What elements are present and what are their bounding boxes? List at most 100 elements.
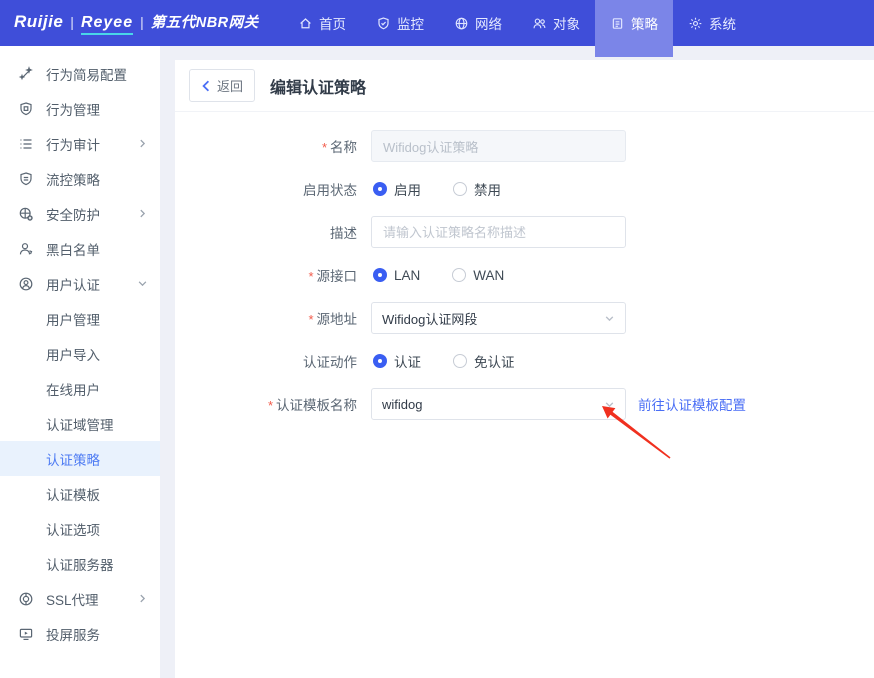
required-asterisk: * bbox=[268, 398, 273, 413]
form-row-name: *名称 bbox=[175, 130, 874, 162]
radio-label: 免认证 bbox=[474, 351, 515, 371]
required-asterisk: * bbox=[308, 312, 313, 327]
radio-disable[interactable]: 禁用 bbox=[453, 179, 501, 199]
source-interface-label: *源接口 bbox=[175, 265, 371, 285]
sidebar-item-behavior-audit[interactable]: 行为审计 bbox=[0, 126, 160, 161]
status-radio-group: 启用 禁用 bbox=[371, 179, 626, 199]
radio-selected-icon bbox=[373, 182, 387, 196]
screen-cast-icon bbox=[18, 626, 35, 642]
source-address-select[interactable]: Wifidog认证网段 bbox=[371, 302, 626, 334]
sidebar-item-behavior-mgmt[interactable]: 行为管理 bbox=[0, 91, 160, 126]
sidebar-item-label: 流控策略 bbox=[46, 169, 100, 189]
top-navbar: Ruijie | Reyee | 第五代NBR网关 首页 监控 网络 对象 策略… bbox=[0, 0, 874, 46]
brand-reyee: Reyee bbox=[81, 14, 133, 35]
radio-unselected-icon bbox=[453, 354, 467, 368]
sidebar-item-auth-policy[interactable]: 认证策略 bbox=[0, 441, 160, 476]
sidebar-item-blacklist[interactable]: 黑白名单 bbox=[0, 231, 160, 266]
back-button[interactable]: 返回 bbox=[189, 69, 255, 102]
radio-no-auth[interactable]: 免认证 bbox=[453, 351, 515, 371]
nav-tab-label: 策略 bbox=[631, 13, 658, 33]
radio-label: WAN bbox=[473, 268, 504, 283]
select-value: wifidog bbox=[382, 397, 422, 412]
config-tool-icon bbox=[18, 66, 35, 82]
sidebar-item-auth-template[interactable]: 认证模板 bbox=[0, 476, 160, 511]
shield-square-icon bbox=[18, 101, 35, 117]
auth-template-select[interactable]: wifidog bbox=[371, 388, 626, 420]
radio-label: LAN bbox=[394, 268, 420, 283]
sidebar-item-label: 行为审计 bbox=[46, 134, 100, 154]
nav-tab-network[interactable]: 网络 bbox=[439, 0, 517, 46]
brand-separator: | bbox=[70, 14, 74, 30]
sidebar-item-label: 行为管理 bbox=[46, 99, 100, 119]
sidebar-item-user-auth[interactable]: 用户认证 bbox=[0, 266, 160, 301]
sidebar-item-flow-control[interactable]: 流控策略 bbox=[0, 161, 160, 196]
nav-tab-system[interactable]: 系统 bbox=[673, 0, 751, 46]
form-row-auth-template: *认证模板名称 wifidog 前往认证模板配置 bbox=[175, 388, 874, 420]
auth-policy-form: *名称 启用状态 启用 禁用 描述 bbox=[175, 112, 874, 420]
sidebar-item-label: 用户导入 bbox=[46, 344, 100, 364]
network-globe-icon bbox=[454, 16, 469, 31]
sidebar-item-label: 黑白名单 bbox=[46, 239, 100, 259]
name-field[interactable] bbox=[371, 130, 626, 162]
chevron-right-icon bbox=[138, 209, 147, 218]
sidebar-item-auth-server[interactable]: 认证服务器 bbox=[0, 546, 160, 581]
radio-enable[interactable]: 启用 bbox=[373, 179, 421, 199]
sidebar-item-label: 用户管理 bbox=[46, 309, 100, 329]
radio-authenticate[interactable]: 认证 bbox=[373, 351, 421, 371]
sidebar-item-user-mgmt[interactable]: 用户管理 bbox=[0, 301, 160, 336]
description-field[interactable] bbox=[371, 216, 626, 248]
sidebar-item-label: 投屏服务 bbox=[46, 624, 100, 644]
sidebar-item-label: 行为简易配置 bbox=[46, 64, 127, 84]
sidebar-item-auth-options[interactable]: 认证选项 bbox=[0, 511, 160, 546]
audit-list-icon bbox=[18, 136, 35, 152]
goto-auth-template-link[interactable]: 前往认证模板配置 bbox=[638, 394, 746, 414]
name-label: *名称 bbox=[175, 136, 371, 156]
sidebar-item-screen-cast[interactable]: 投屏服务 bbox=[0, 616, 160, 651]
sidebar-item-label: 认证策略 bbox=[46, 449, 100, 469]
nav-tab-label: 对象 bbox=[553, 13, 580, 33]
policy-doc-icon bbox=[610, 16, 625, 31]
sidebar-item-label: 认证域管理 bbox=[46, 414, 114, 434]
sidebar-item-behavior-config[interactable]: 行为简易配置 bbox=[0, 56, 160, 91]
sidebar-item-online-users[interactable]: 在线用户 bbox=[0, 371, 160, 406]
brand-product-name: 第五代NBR网关 bbox=[151, 11, 259, 32]
radio-wan[interactable]: WAN bbox=[452, 268, 504, 283]
radio-label: 认证 bbox=[394, 351, 421, 371]
flow-shield-icon bbox=[18, 171, 35, 187]
required-asterisk: * bbox=[322, 140, 327, 155]
content-header: 返回 编辑认证策略 bbox=[175, 60, 874, 112]
sidebar-item-label: 在线用户 bbox=[46, 379, 100, 399]
chevron-right-icon bbox=[138, 594, 147, 603]
select-value: Wifidog认证网段 bbox=[382, 309, 477, 328]
source-address-label: *源地址 bbox=[175, 308, 371, 328]
nav-tab-monitor[interactable]: 监控 bbox=[361, 0, 439, 46]
brand-ruijie: Ruijie bbox=[14, 12, 63, 32]
radio-unselected-icon bbox=[453, 182, 467, 196]
nav-tab-policy[interactable]: 策略 bbox=[595, 0, 673, 57]
sidebar-item-user-import[interactable]: 用户导入 bbox=[0, 336, 160, 371]
chevron-down-icon bbox=[138, 279, 147, 288]
user-auth-icon bbox=[18, 276, 35, 292]
form-row-auth-action: 认证动作 认证 免认证 bbox=[175, 345, 874, 377]
back-button-label: 返回 bbox=[217, 76, 243, 95]
nav-tab-objects[interactable]: 对象 bbox=[517, 0, 595, 46]
nav-tab-label: 首页 bbox=[319, 13, 346, 33]
radio-selected-icon bbox=[373, 354, 387, 368]
auth-template-label: *认证模板名称 bbox=[175, 394, 371, 414]
nav-tab-home[interactable]: 首页 bbox=[283, 0, 361, 46]
radio-unselected-icon bbox=[452, 268, 466, 282]
source-interface-radio-group: LAN WAN bbox=[371, 268, 626, 283]
chevron-right-icon bbox=[138, 139, 147, 148]
brand-logo: Ruijie | Reyee | 第五代NBR网关 bbox=[14, 11, 259, 35]
sidebar-item-ssl-proxy[interactable]: SSL代理 bbox=[0, 581, 160, 616]
sidebar-item-label: 认证模板 bbox=[46, 484, 100, 504]
radio-selected-icon bbox=[373, 268, 387, 282]
system-gear-icon bbox=[688, 16, 703, 31]
radio-lan[interactable]: LAN bbox=[373, 268, 420, 283]
sidebar-item-label: 认证选项 bbox=[46, 519, 100, 539]
sidebar-item-auth-domain[interactable]: 认证域管理 bbox=[0, 406, 160, 441]
main-nav: 首页 监控 网络 对象 策略 系统 bbox=[283, 0, 751, 46]
sidebar-item-security[interactable]: 安全防护 bbox=[0, 196, 160, 231]
nav-tab-label: 监控 bbox=[397, 13, 424, 33]
left-sidebar: 行为简易配置 行为管理 行为审计 流控策略 安全防护 黑白名单 用户认证 用户管… bbox=[0, 46, 160, 678]
